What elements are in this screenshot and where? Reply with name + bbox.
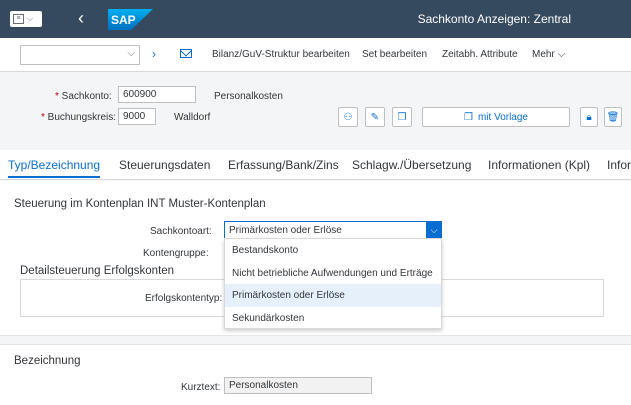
- sap-logo-text: SAP: [111, 13, 136, 27]
- more-button[interactable]: Mehr ⌵: [532, 49, 565, 60]
- tab-schlagworte-uebersetzung[interactable]: Schlagw./Übersetzung: [352, 158, 471, 172]
- app-menu-button[interactable]: ≡ ⌵: [10, 11, 42, 27]
- bukrs-label: * Buchungskreis:: [41, 112, 116, 123]
- toolbar: ⌵ › Bilanz/GuV-Struktur bearbeiten Set b…: [0, 38, 631, 72]
- section-title-detailsteuerung: Detailsteuerung Erfolgskonten: [20, 265, 175, 277]
- tab-informationen-kpl[interactable]: Informationen (Kpl): [488, 158, 590, 172]
- kurztext-label: Kurztext:: [181, 382, 221, 393]
- tab-strip: Typ/Bezeichnung Steuerungsdaten Erfassun…: [0, 150, 631, 180]
- trash-icon[interactable]: 🗑︎: [604, 107, 622, 127]
- back-icon[interactable]: ‹: [78, 8, 84, 28]
- page-title: Sachkonto Anzeigen: Zentral: [417, 12, 571, 26]
- sachkonto-label: * Sachkonto:: [55, 91, 112, 102]
- lock-icon[interactable]: 🔒︎: [580, 107, 598, 127]
- glasses-icon[interactable]: ⚇: [338, 107, 358, 127]
- dropdown-option-selected[interactable]: Primärkosten oder Erlöse: [225, 284, 441, 307]
- chevron-down-icon[interactable]: ⌵: [127, 48, 135, 59]
- dropdown-option[interactable]: Nicht betriebliche Aufwendungen und Ertr…: [225, 262, 441, 285]
- kurztext-field[interactable]: Personalkosten: [224, 377, 372, 394]
- header-area: * Sachkonto: 600900 Personalkosten * Buc…: [0, 72, 631, 150]
- command-field[interactable]: ⌵: [20, 45, 140, 65]
- chevron-down-icon: ⌵: [557, 49, 566, 60]
- chevron-down-icon[interactable]: ⌵: [426, 221, 442, 239]
- section-divider: [0, 335, 631, 345]
- mit-vorlage-button[interactable]: ❐ mit Vorlage: [422, 107, 570, 127]
- copy-icon: ❐: [464, 111, 473, 123]
- more-label: Mehr: [532, 49, 555, 60]
- copy-icon[interactable]: ❐: [392, 107, 412, 127]
- sachkontoart-options: Bestandskonto Nicht betriebliche Aufwend…: [224, 238, 442, 329]
- sap-logo: SAP: [108, 9, 153, 30]
- mail-icon[interactable]: [180, 49, 192, 58]
- sachkontoart-value: Primärkosten oder Erlöse: [229, 225, 342, 236]
- bukrs-label-text: Buchungskreis:: [47, 112, 117, 123]
- section-title-bezeichnung: Bezeichnung: [14, 355, 81, 367]
- chevron-down-icon: ⌵: [27, 14, 34, 23]
- tab-content: Steuerung im Kontenplan INT Muster-Konte…: [0, 181, 631, 405]
- shell-bar: ≡ ⌵ ‹ SAP Sachkonto Anzeigen: Zentral: [0, 0, 631, 38]
- zeitabh-attribute-button[interactable]: Zeitabh. Attribute: [442, 49, 518, 60]
- tab-informationen[interactable]: Infor: [607, 158, 631, 172]
- set-bearbeiten-button[interactable]: Set bearbeiten: [362, 49, 427, 60]
- app-menu-icon: ≡: [13, 14, 24, 24]
- sachkonto-field[interactable]: 600900: [118, 86, 196, 103]
- kontengruppe-label: Kontengruppe:: [143, 248, 209, 259]
- dropdown-option[interactable]: Bestandskonto: [225, 239, 441, 262]
- sachkonto-description: Personalkosten: [214, 91, 283, 102]
- tab-steuerungsdaten[interactable]: Steuerungsdaten: [119, 158, 210, 172]
- required-marker: *: [55, 91, 62, 102]
- tab-erfassung-bank-zins[interactable]: Erfassung/Bank/Zins: [228, 158, 339, 172]
- sachkonto-label-text: Sachkonto:: [61, 91, 112, 102]
- section-title-steuerung: Steuerung im Kontenplan INT Muster-Konte…: [14, 198, 266, 210]
- required-marker: *: [41, 112, 48, 123]
- erfolgskontentyp-label: Erfolgskontentyp:: [145, 293, 223, 304]
- buchungskreis-description: Walldorf: [174, 112, 211, 123]
- buchungskreis-field[interactable]: 9000: [118, 108, 156, 125]
- sachkontoart-dropdown[interactable]: Primärkosten oder Erlöse ⌵: [224, 221, 442, 239]
- tab-typ-bezeichnung[interactable]: Typ/Bezeichnung: [8, 158, 101, 178]
- sachkontoart-label: Sachkontoart:: [150, 226, 212, 237]
- dropdown-option[interactable]: Sekundärkosten: [225, 307, 441, 330]
- bilanz-guv-button[interactable]: Bilanz/GuV-Struktur bearbeiten: [212, 49, 350, 60]
- mit-vorlage-label: mit Vorlage: [477, 111, 528, 123]
- pencil-icon[interactable]: ✎: [365, 107, 385, 127]
- enter-icon[interactable]: ›: [152, 47, 156, 61]
